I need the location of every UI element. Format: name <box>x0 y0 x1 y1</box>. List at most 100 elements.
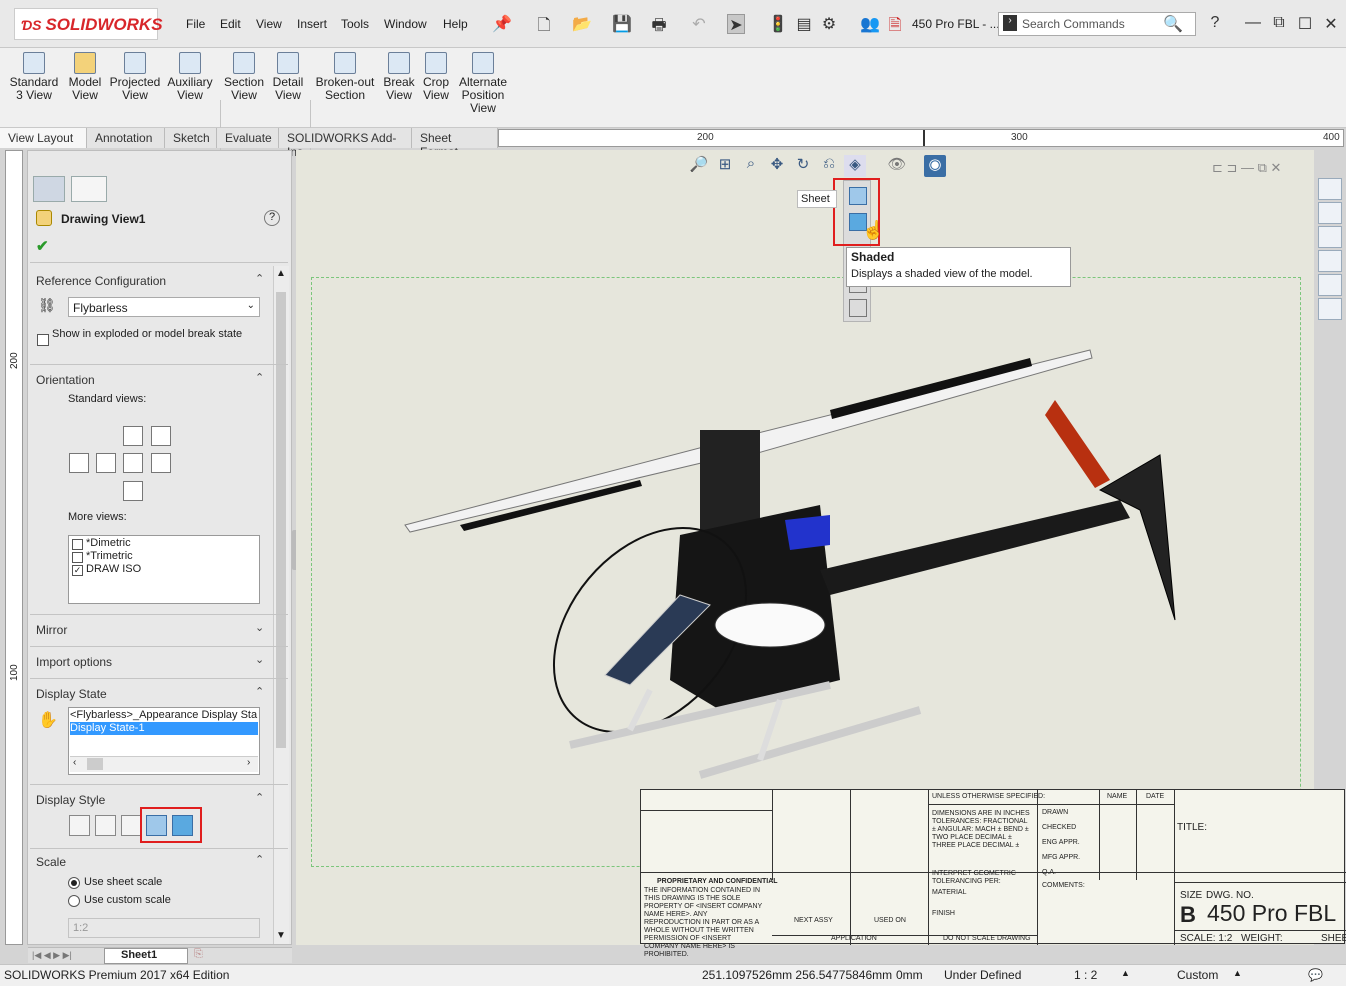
display-style-header[interactable]: Display Style <box>36 793 105 807</box>
scale-up-icon[interactable]: ▲ <box>1121 968 1130 978</box>
help-icon[interactable]: ? <box>264 210 280 226</box>
appearances-icon[interactable] <box>1318 274 1342 296</box>
reference-configuration-header[interactable]: Reference Configuration <box>36 274 166 288</box>
display-state-item-selected[interactable]: Display State-1 <box>70 722 258 735</box>
shaded-with-edges-icon[interactable] <box>146 815 167 836</box>
add-sheet-icon[interactable]: ⎘ <box>194 948 218 964</box>
hide-show-items-icon[interactable]: 👁 <box>886 155 908 177</box>
shaded-icon[interactable] <box>172 815 193 836</box>
previous-view-icon[interactable]: ⎌ <box>818 155 840 177</box>
window-controls[interactable]: ⊏ ⊐ — ⧉ ✕ <box>1212 160 1281 176</box>
front-view-icon[interactable] <box>123 426 143 446</box>
import-options-header[interactable]: Import options <box>36 655 112 669</box>
sheet-scale[interactable]: 1 : 2 <box>1074 968 1097 982</box>
left-view-icon[interactable] <box>69 453 89 473</box>
isometric-view-icon[interactable] <box>151 426 171 446</box>
tab-sketch[interactable]: Sketch <box>165 128 217 148</box>
collapse-icon[interactable]: ⌃ <box>255 791 264 804</box>
back-view-icon[interactable] <box>151 453 171 473</box>
tab-nav-icons[interactable]: |◀ ◀ ▶ ▶| <box>32 950 72 961</box>
section-view-button[interactable]: Section View <box>222 52 266 102</box>
mirror-header[interactable]: Mirror <box>36 623 67 637</box>
scrollbar-thumb[interactable] <box>276 292 286 748</box>
broken-out-section-button[interactable]: Broken-out Section <box>312 52 378 102</box>
expand-icon[interactable]: ⌄ <box>255 621 264 634</box>
model-view-button[interactable]: Model View <box>64 52 106 102</box>
custom-scale-select[interactable]: 1:2 <box>68 918 260 938</box>
zoom-in-out-icon[interactable]: ⌕ <box>740 155 762 177</box>
scale-header[interactable]: Scale <box>36 855 66 869</box>
scrollbar-thumb[interactable] <box>87 758 103 770</box>
standard-3-view-button[interactable]: Standard 3 View <box>8 52 60 102</box>
scroll-down-icon[interactable]: ▼ <box>276 930 286 941</box>
tab-annotation[interactable]: Annotation <box>87 128 165 148</box>
menu-tools[interactable]: Tools <box>341 17 369 31</box>
solidworks-logo[interactable]: ƊS SOLIDWORKS <box>14 8 163 40</box>
options-gear-icon[interactable]: ⚙ <box>820 14 838 34</box>
menu-view[interactable]: View <box>256 17 282 31</box>
search-icon[interactable]: 🔍 <box>1163 14 1183 34</box>
sheet1-tab[interactable]: Sheet1 <box>104 948 188 964</box>
wireframe-icon[interactable] <box>69 815 90 836</box>
use-sheet-scale-radio[interactable] <box>68 877 80 889</box>
tab-evaluate[interactable]: Evaluate <box>217 128 279 148</box>
auxiliary-view-button[interactable]: Auxiliary View <box>164 52 216 102</box>
projected-view-button[interactable]: Projected View <box>108 52 162 102</box>
menu-edit[interactable]: Edit <box>220 17 241 31</box>
close-icon[interactable]: ✕ <box>1322 14 1340 34</box>
home-icon[interactable] <box>1318 178 1342 200</box>
draw-iso-checkbox[interactable]: ✓ <box>72 565 83 576</box>
custom-properties-icon[interactable] <box>1318 298 1342 320</box>
new-document-icon[interactable]: 🗋 <box>535 14 553 34</box>
expand-icon[interactable]: ⌄ <box>255 653 264 666</box>
zoom-to-area-icon[interactable]: ⊞ <box>714 155 736 177</box>
wireframe-icon[interactable] <box>849 299 867 317</box>
dimetric-checkbox[interactable] <box>72 539 83 550</box>
tab-view-layout[interactable]: View Layout <box>0 128 87 148</box>
orientation-header[interactable]: Orientation <box>36 373 95 387</box>
help-icon[interactable]: ? <box>1206 14 1224 34</box>
use-custom-scale-radio[interactable] <box>68 895 80 907</box>
scroll-up-icon[interactable]: ▲ <box>276 268 286 279</box>
display-state-header[interactable]: Display State <box>36 687 107 701</box>
feature-tree-tab-icon[interactable] <box>71 176 107 202</box>
pin-icon[interactable]: 📌 <box>492 14 512 34</box>
tooltip-toggle-icon[interactable]: 💬 <box>1308 968 1323 982</box>
appearance-globe-icon[interactable]: ◉ <box>924 155 946 177</box>
crop-view-button[interactable]: Crop View <box>420 52 452 102</box>
trimetric-checkbox[interactable] <box>72 552 83 563</box>
property-manager-tab-icon[interactable] <box>33 176 65 202</box>
save-icon[interactable]: 💾 <box>612 14 632 34</box>
maximize-icon[interactable]: ☐ <box>1296 14 1314 34</box>
restore-icon[interactable]: ⧉ <box>1270 14 1288 34</box>
select-icon[interactable]: ➤ <box>727 14 745 34</box>
tab-solidworks-add-ins[interactable]: SOLIDWORKS Add-Ins <box>279 128 412 159</box>
scroll-right-icon[interactable]: › <box>247 757 250 768</box>
rotate-icon[interactable]: ↻ <box>792 155 814 177</box>
view-palette-icon[interactable] <box>1318 250 1342 272</box>
collaboration-icon[interactable]: 👥 <box>860 14 880 34</box>
hidden-lines-visible-icon[interactable] <box>95 815 116 836</box>
pan-icon[interactable]: ✥ <box>766 155 788 177</box>
menu-window[interactable]: Window <box>384 17 427 31</box>
alternate-position-view-button[interactable]: Alternate Position View <box>454 52 512 115</box>
helicopter-model[interactable] <box>400 340 1200 790</box>
open-icon[interactable]: 📂 <box>572 14 592 34</box>
detail-view-button[interactable]: Detail View <box>268 52 308 102</box>
design-library-icon[interactable] <box>1318 202 1342 224</box>
tab-sheet-format[interactable]: Sheet Format <box>412 128 498 159</box>
display-style-dropdown-icon[interactable]: ◈ <box>844 155 866 177</box>
break-view-button[interactable]: Break View <box>380 52 418 102</box>
collapse-icon[interactable]: ⌃ <box>255 272 264 285</box>
collapse-icon[interactable]: ⌃ <box>255 685 264 698</box>
units-up-icon[interactable]: ▲ <box>1233 968 1242 978</box>
hidden-lines-removed-icon[interactable] <box>121 815 142 836</box>
top-view-icon[interactable] <box>96 453 116 473</box>
menu-insert[interactable]: Insert <box>297 17 327 31</box>
exploded-state-checkbox[interactable] <box>37 334 49 346</box>
collapse-icon[interactable]: ⌃ <box>255 853 264 866</box>
undo-icon[interactable]: ↶ <box>690 14 708 34</box>
display-state-item[interactable]: <Flybarless>_Appearance Display Sta <box>70 709 258 721</box>
file-explorer-icon[interactable] <box>1318 226 1342 248</box>
ok-checkmark-icon[interactable]: ✔ <box>36 237 49 255</box>
